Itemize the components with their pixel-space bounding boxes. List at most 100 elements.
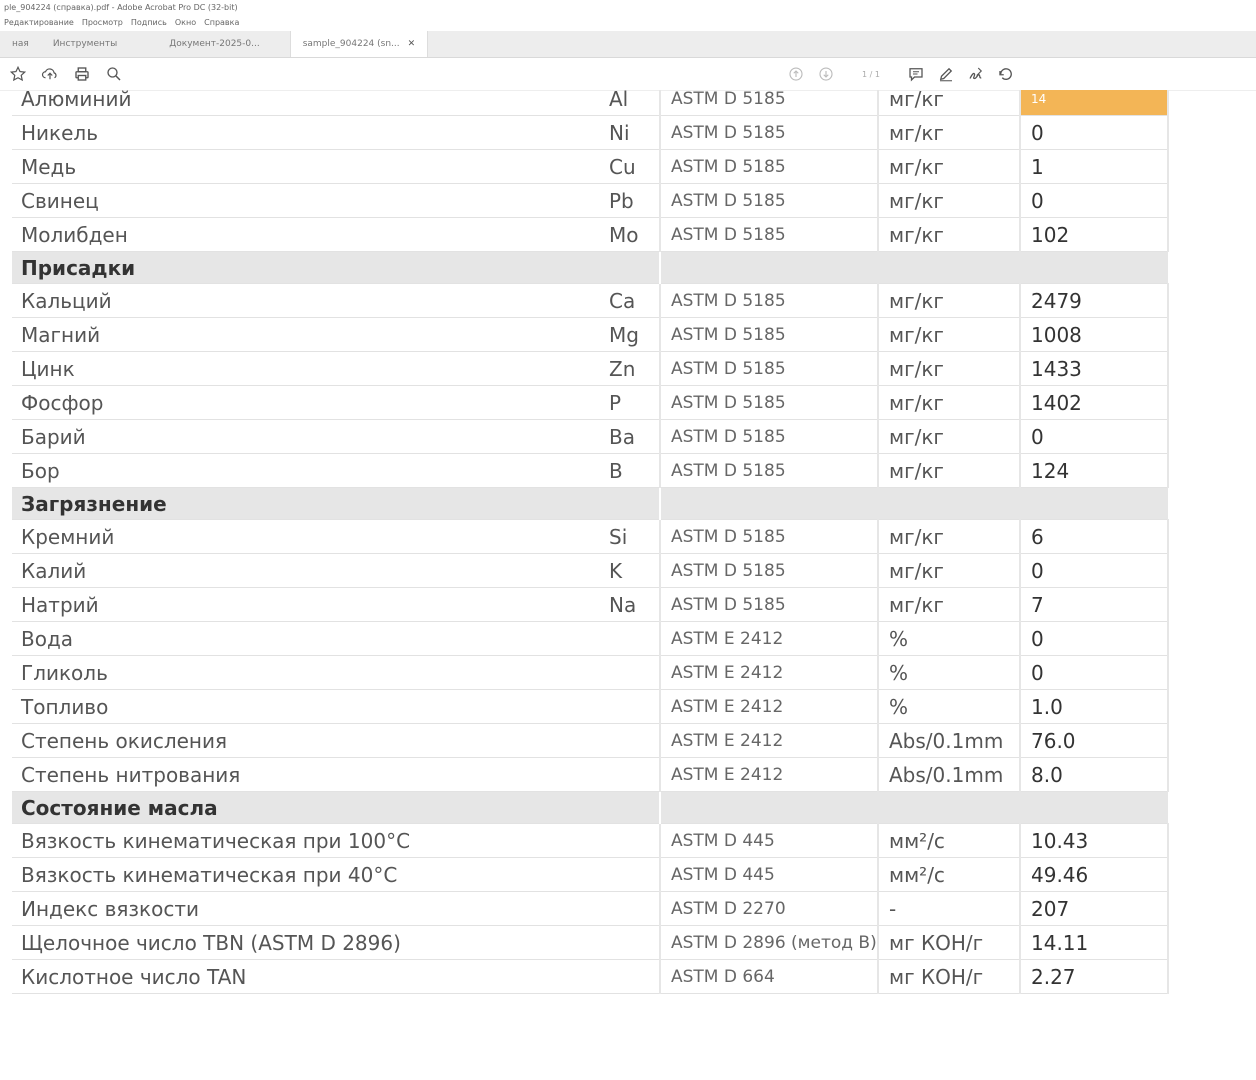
parameter-name: Фосфор — [12, 385, 609, 420]
element-symbol: Ni — [609, 115, 660, 150]
element-symbol: K — [609, 553, 660, 588]
window-title: ple_904224 (справка).pdf - Adobe Acrobat… — [4, 3, 238, 12]
sign-icon[interactable] — [966, 64, 986, 84]
test-method: ASTM E 2412 — [659, 621, 878, 656]
section-title: Загрязнение — [12, 487, 660, 520]
test-method: ASTM D 5185 — [659, 183, 878, 218]
menu-edit[interactable]: Редактирование — [4, 15, 74, 31]
result-value: 0 — [1019, 115, 1169, 150]
test-method: ASTM E 2412 — [659, 723, 878, 758]
table-row: Цинк Zn ASTM D 5185 мг/кг 1433 — [12, 351, 1169, 386]
tab-sample-label: sample_904224 (sn... — [302, 39, 400, 49]
table-row: Топливо ASTM E 2412% 1.0 — [12, 689, 1169, 724]
test-method: ASTM D 5185 — [659, 419, 878, 454]
result-value: 8.0 — [1019, 757, 1169, 792]
result-value: 1433 — [1019, 351, 1169, 386]
test-method: ASTM E 2412 — [659, 689, 878, 724]
section-header: Присадки — [12, 251, 1168, 284]
element-symbol — [609, 655, 660, 690]
menu-bar: Редактирование Просмотр Подпись Окно Спр… — [0, 15, 1256, 31]
table-row: Никель Ni ASTM D 5185 мг/кг 0 — [12, 115, 1169, 150]
pen-icon[interactable] — [936, 64, 956, 84]
result-value: 1008 — [1019, 317, 1169, 352]
parameter-name: Вязкость кинематическая при 40°С — [12, 857, 609, 892]
element-symbol: B — [609, 453, 660, 488]
section-fill — [659, 487, 1168, 520]
parameter-name: Гликоль — [12, 655, 609, 690]
test-method: ASTM D 5185 — [659, 90, 878, 116]
unit: мг/кг — [877, 183, 1020, 218]
result-value: 49.46 — [1019, 857, 1169, 892]
unit: мм²/с — [877, 823, 1020, 858]
result-value: 2.27 — [1019, 959, 1169, 994]
unit: мг/кг — [877, 587, 1020, 622]
element-symbol: P — [609, 385, 660, 420]
tab-sample[interactable]: sample_904224 (sn... ✕ — [289, 31, 429, 57]
next-page-icon[interactable] — [816, 64, 836, 84]
test-method: ASTM D 5185 — [659, 453, 878, 488]
star-icon[interactable] — [8, 64, 28, 84]
test-method: ASTM D 664 — [659, 959, 878, 994]
table-row: Свинец Pb ASTM D 5185 мг/кг 0 — [12, 183, 1169, 218]
page-indicator[interactable]: 1 / 1 — [846, 70, 896, 79]
analysis-table: Алюминий Al ASTM D 5185 мг/кг 14 Никель Ni ASTM… — [12, 90, 1169, 994]
unit: % — [877, 621, 1020, 656]
tab-document[interactable]: Документ-2025-0... — [157, 31, 289, 57]
result-value: 1 — [1019, 149, 1169, 184]
unit: Abs/0.1mm — [877, 723, 1020, 758]
menu-view[interactable]: Просмотр — [82, 15, 123, 31]
table-row: Кальций Ca ASTM D 5185 мг/кг 2479 — [12, 283, 1169, 318]
menu-window[interactable]: Окно — [175, 15, 196, 31]
element-symbol: Cu — [609, 149, 660, 184]
unit: % — [877, 655, 1020, 690]
table-row: Молибден Mo ASTM D 5185 мг/кг 102 — [12, 217, 1169, 252]
result-value: 1.0 — [1019, 689, 1169, 724]
unit: мг/кг — [877, 453, 1020, 488]
parameter-name: Индекс вязкости — [12, 891, 609, 926]
parameter-name: Щелочное число TBN (ASTM D 2896) — [12, 925, 609, 960]
unit: мг/кг — [877, 217, 1020, 252]
test-method: ASTM E 2412 — [659, 757, 878, 792]
comment-icon[interactable] — [906, 64, 926, 84]
test-method: ASTM D 5185 — [659, 149, 878, 184]
tab-tools[interactable]: Инструменты — [41, 31, 157, 57]
test-method: ASTM D 2896 (метод B) — [659, 925, 878, 960]
table-row: Медь Cu ASTM D 5185 мг/кг 1 — [12, 149, 1169, 184]
section-title: Состояние масла — [12, 791, 660, 824]
share-icon[interactable] — [996, 64, 1016, 84]
menu-help[interactable]: Справка — [204, 15, 239, 31]
section-header: Состояние масла — [12, 791, 1168, 824]
result-value: 14 — [1019, 90, 1169, 116]
print-icon[interactable] — [72, 64, 92, 84]
unit: мм²/с — [877, 857, 1020, 892]
table-row: Степень нитрования ASTM E 2412 Abs/0.1mm 8.… — [12, 757, 1169, 792]
prev-page-icon[interactable] — [786, 64, 806, 84]
table-row: Индекс вязкости ASTM D 2270-207 — [12, 891, 1169, 926]
document-view[interactable]: Алюминий Al ASTM D 5185 мг/кг 14 Никель Ni ASTM… — [0, 90, 1256, 1080]
section-title: Присадки — [12, 251, 660, 284]
menu-sign[interactable]: Подпись — [131, 15, 167, 31]
close-tab-icon[interactable]: ✕ — [408, 39, 416, 49]
parameter-name: Степень нитрования — [12, 757, 609, 792]
result-value: 102 — [1019, 217, 1169, 252]
search-icon[interactable] — [104, 64, 124, 84]
unit: мг/кг — [877, 419, 1020, 454]
upload-icon[interactable] — [40, 64, 60, 84]
unit: мг/кг — [877, 283, 1020, 318]
tab-document-label: Документ-2025-0... — [169, 39, 260, 49]
test-method: ASTM D 5185 — [659, 587, 878, 622]
parameter-name: Магний — [12, 317, 609, 352]
parameter-name: Алюминий — [12, 90, 609, 116]
result-value: 0 — [1019, 419, 1169, 454]
result-value: 10.43 — [1019, 823, 1169, 858]
test-method: ASTM D 5185 — [659, 217, 878, 252]
table-row: Магний Mg ASTM D 5185 мг/кг 1008 — [12, 317, 1169, 352]
unit: мг/кг — [877, 149, 1020, 184]
parameter-name: Кальций — [12, 283, 609, 318]
unit: мг/кг — [877, 519, 1020, 554]
tab-home[interactable]: ная — [0, 31, 41, 57]
unit: мг/кг — [877, 317, 1020, 352]
element-symbol — [609, 925, 660, 960]
unit: - — [877, 891, 1020, 926]
test-method: ASTM D 445 — [659, 823, 878, 858]
